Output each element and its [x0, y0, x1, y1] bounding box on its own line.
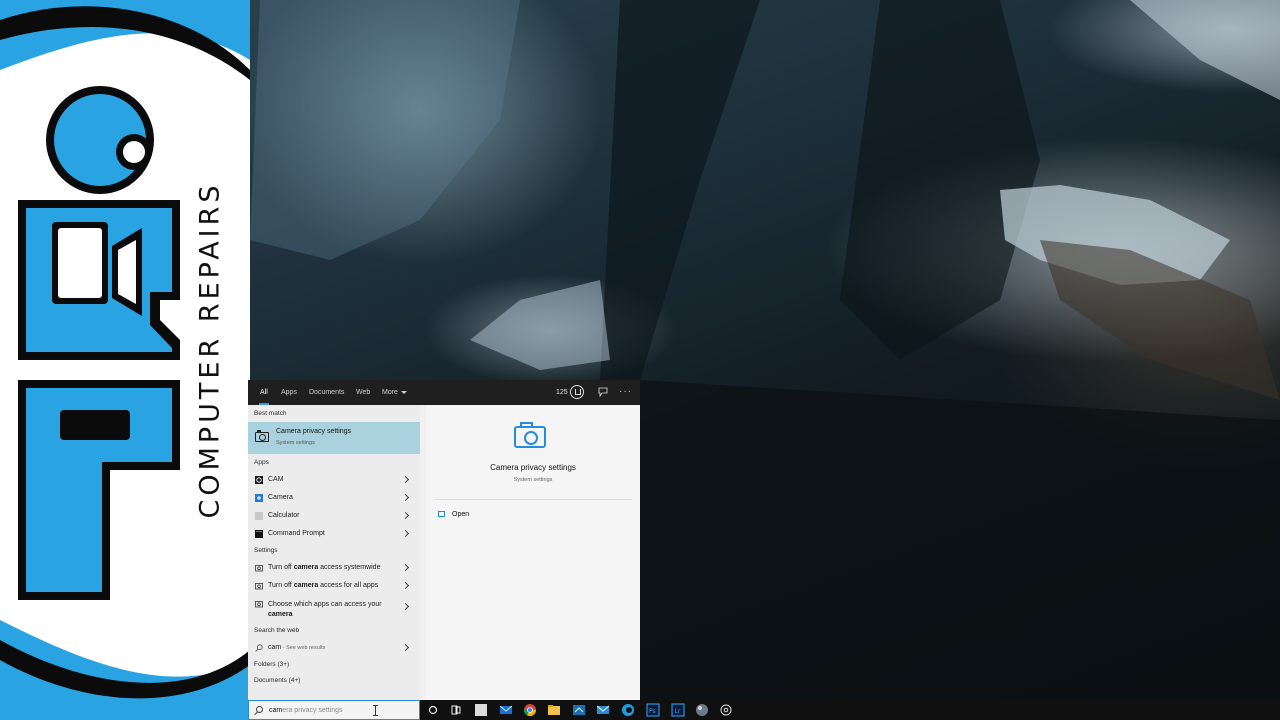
more-options-button[interactable]: ···: [619, 380, 632, 405]
preview-title: Camera privacy settings: [490, 463, 576, 472]
svg-text:Ps: Ps: [649, 708, 656, 715]
preview-divider: [434, 499, 632, 500]
list-item-label: Camera: [268, 494, 293, 501]
list-item-label: Turn off camera access systemwide: [268, 564, 381, 571]
chevron-right-icon[interactable]: [401, 581, 410, 590]
camera-settings-icon: [255, 565, 263, 572]
feedback-icon[interactable]: [598, 387, 608, 397]
chrome-icon[interactable]: [523, 703, 537, 717]
tab-more[interactable]: More: [382, 380, 407, 405]
cam-app-icon: [255, 476, 263, 484]
lightroom-icon[interactable]: Lr: [671, 703, 685, 717]
steam-icon[interactable]: [572, 703, 586, 717]
list-item-cam[interactable]: CAM: [248, 471, 420, 489]
list-item-command-prompt[interactable]: Command Prompt: [248, 525, 420, 543]
list-item-choose-apps-camera[interactable]: Choose which apps can access your camera: [248, 595, 420, 619]
command-prompt-icon: [255, 530, 263, 538]
camera-app-icon: [255, 494, 263, 502]
open-action[interactable]: Open: [452, 511, 469, 518]
rewards-points: 125: [556, 389, 568, 396]
preview-pane: Camera privacy settings System settings …: [426, 405, 640, 700]
list-item-calculator[interactable]: Calculator: [248, 507, 420, 525]
best-match-title: Camera privacy settings: [276, 428, 352, 435]
tab-apps[interactable]: Apps: [281, 380, 297, 405]
mail-icon[interactable]: [499, 703, 513, 717]
chevron-right-icon[interactable]: [401, 529, 410, 538]
chevron-right-icon[interactable]: [401, 643, 410, 652]
task-view-icon[interactable]: [449, 703, 463, 717]
brand-text: COMPUTER REPAIRS: [194, 181, 226, 519]
taskbar-search-input[interactable]: camera privacy settings: [248, 700, 420, 720]
mail-icon-2[interactable]: [596, 703, 610, 717]
tab-all[interactable]: All: [259, 380, 269, 405]
chevron-right-icon[interactable]: [401, 511, 410, 520]
start-search-panel: All Apps Documents Web More 125 ··· Best…: [248, 380, 640, 700]
settings-app-icon[interactable]: [719, 703, 733, 717]
calculator-icon: [255, 512, 263, 520]
list-item-camera[interactable]: Camera: [248, 489, 420, 507]
photoshop-icon[interactable]: Ps: [646, 703, 660, 717]
open-icon: [438, 511, 445, 517]
chevron-right-icon[interactable]: [401, 493, 410, 502]
chevron-down-icon: [400, 390, 407, 394]
folders-heading[interactable]: Folders (3+): [254, 661, 289, 668]
list-item-label: Choose which apps can access your camera: [268, 601, 382, 618]
list-item-web-search[interactable]: cam - See web results: [248, 639, 420, 657]
logo-panel: COMPUTER REPAIRS: [0, 0, 250, 720]
tab-documents[interactable]: Documents: [309, 380, 344, 405]
list-item-camera-systemwide[interactable]: Turn off camera access systemwide: [248, 559, 420, 577]
chevron-right-icon[interactable]: [401, 563, 410, 572]
list-item-label: Turn off camera access for all apps: [268, 582, 379, 589]
camera-settings-icon: [255, 601, 263, 608]
list-item-camera-all-apps[interactable]: Turn off camera access for all apps: [248, 577, 420, 595]
tab-web[interactable]: Web: [356, 380, 370, 405]
chevron-right-icon[interactable]: [401, 602, 410, 611]
settings-heading: Settings: [254, 547, 278, 554]
apps-heading: Apps: [254, 459, 269, 466]
search-icon: [256, 706, 263, 713]
search-query: camera privacy settings: [269, 707, 343, 714]
best-match-heading: Best match: [254, 410, 287, 417]
chevron-right-icon[interactable]: [401, 475, 410, 484]
search-icon: [255, 644, 263, 652]
list-item-label: CAM: [268, 476, 284, 483]
file-explorer-icon[interactable]: [547, 703, 561, 717]
documents-heading[interactable]: Documents (4+): [254, 677, 300, 684]
best-match-item[interactable]: [248, 422, 420, 454]
search-filter-bar: All Apps Documents Web More 125 ···: [248, 380, 640, 405]
web-heading: Search the web: [254, 627, 300, 634]
list-item-label: Command Prompt: [268, 530, 325, 537]
tab-more-label: More: [382, 389, 398, 396]
svg-text:Lr: Lr: [675, 708, 681, 715]
taskbar: camera privacy settings Ps Lr: [248, 700, 1280, 720]
trophy-icon[interactable]: [570, 385, 584, 399]
camera-settings-icon: [255, 583, 263, 590]
results-list: Best match Camera privacy settings Syste…: [248, 405, 420, 700]
file-icon[interactable]: [474, 703, 488, 717]
cortana-icon[interactable]: [426, 703, 440, 717]
camera-icon: [514, 422, 546, 448]
preview-subtitle: System settings: [513, 477, 553, 483]
camera-settings-icon: [255, 430, 269, 442]
list-item-label: Calculator: [268, 512, 300, 519]
list-item-label: cam - See web results: [268, 644, 326, 651]
text-cursor-icon: [373, 705, 378, 716]
best-match-subtitle: System settings: [276, 440, 315, 446]
app-sphere-icon[interactable]: [695, 703, 709, 717]
edge-icon[interactable]: [621, 703, 635, 717]
